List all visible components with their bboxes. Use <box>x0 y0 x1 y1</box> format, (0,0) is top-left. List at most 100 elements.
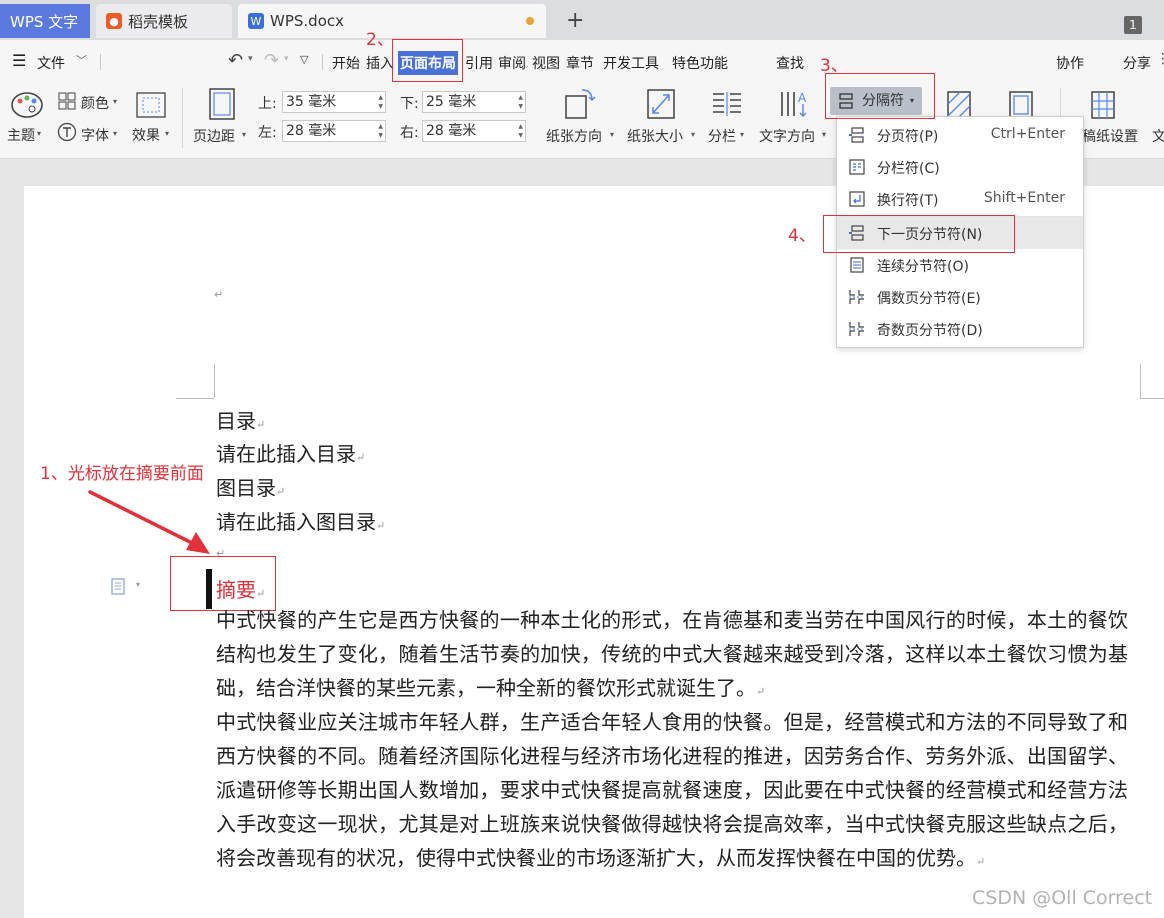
menu-item-odd-page-section[interactable]: 奇数页分节符(D) <box>837 313 1083 345</box>
menu-review[interactable]: 审阅 <box>498 53 526 73</box>
paper-size-button[interactable]: 纸张大小 <box>627 126 683 146</box>
spin-up-icon[interactable]: ▲ <box>518 94 523 101</box>
top-margin-value: 35 毫米 <box>286 94 337 110</box>
spin-up-icon[interactable]: ▲ <box>518 123 523 130</box>
abstract-paragraph-1-text: 中式快餐的产生它是西方快餐的一种本土化的形式，在肯德基和麦当劳在中国风行的时候，… <box>216 608 1128 700</box>
toc-placeholder-text: 请在此插入目录 <box>216 442 356 466</box>
divider <box>182 88 183 148</box>
columns-icon[interactable] <box>711 90 743 118</box>
menu-item-label: 换行符(T) <box>877 193 939 209</box>
right-margin-value: 28 毫米 <box>426 123 477 139</box>
figure-toc-placeholder-text: 请在此插入图目录 <box>216 510 376 534</box>
orientation-icon[interactable] <box>564 88 596 120</box>
annotation-box-page-layout <box>392 39 463 82</box>
paper-setup-button[interactable]: 稿纸设置 <box>1082 126 1138 146</box>
customize-toolbar-icon[interactable]: ▽ <box>300 53 308 66</box>
margins-icon[interactable] <box>208 88 236 120</box>
window-count-badge[interactable]: 1 <box>1124 16 1142 34</box>
chevron-down-icon[interactable]: ▾ <box>165 129 169 138</box>
menu-home[interactable]: 开始 <box>332 53 360 73</box>
tab-template[interactable]: ● 稻壳模板 <box>96 4 232 38</box>
chevron-down-icon[interactable]: ▾ <box>248 54 253 64</box>
font-t-icon[interactable] <box>57 122 77 142</box>
theme-palette-icon[interactable] <box>10 90 44 120</box>
chevron-down-icon[interactable]: ▾ <box>740 130 744 139</box>
menu-item-continuous-section[interactable]: 连续分节符(O) <box>837 249 1083 281</box>
menu-file[interactable]: 文件 <box>37 53 65 73</box>
text-direction-icon[interactable]: A <box>778 88 810 120</box>
template-logo-icon: ● <box>106 13 122 29</box>
left-margin-input[interactable]: 28 毫米 ▲ ▼ <box>282 120 386 142</box>
chevron-down-icon[interactable]: ▾ <box>284 54 289 64</box>
theme-button[interactable]: 主题 <box>7 125 35 145</box>
chevron-down-icon[interactable]: ▾ <box>136 580 140 589</box>
odd-page-section-icon <box>849 322 865 336</box>
chevron-down-icon[interactable]: ▾ <box>822 130 826 139</box>
collaborate-button[interactable]: 协作 <box>1056 53 1084 73</box>
menu-developer[interactable]: 开发工具 <box>603 53 659 73</box>
annotation-box-separator <box>825 73 935 119</box>
font-button[interactable]: 字体 <box>81 125 109 145</box>
paragraph-handle-icon[interactable] <box>110 578 130 596</box>
chevron-down-icon[interactable]: ▾ <box>113 97 117 106</box>
color-button[interactable]: 颜色 <box>81 93 109 113</box>
spin-down-icon[interactable]: ▼ <box>378 103 383 110</box>
columns-button[interactable]: 分栏 <box>708 126 736 146</box>
spin-up-icon[interactable]: ▲ <box>378 94 383 101</box>
undo-icon[interactable]: ↶ <box>228 50 243 71</box>
menu-chapter[interactable]: 章节 <box>566 53 594 73</box>
svg-text:A: A <box>798 91 807 105</box>
chevron-down-icon[interactable]: ▾ <box>113 129 117 138</box>
menu-view[interactable]: 视图 <box>532 53 560 73</box>
right-margin-input[interactable]: 28 毫米 ▲ ▼ <box>422 120 526 142</box>
unsaved-dot-icon <box>526 17 534 25</box>
menu-item-label: 奇数页分节符(D) <box>877 323 983 339</box>
bottom-margin-input[interactable]: 25 毫米 ▲ ▼ <box>422 91 526 113</box>
spin-down-icon[interactable]: ▼ <box>518 103 523 110</box>
color-grid-icon[interactable] <box>58 92 76 110</box>
divider <box>322 54 323 70</box>
chevron-down-icon[interactable]: ﹀ <box>76 52 87 68</box>
more-options-icon[interactable]: ⋮ <box>1156 51 1164 67</box>
chevron-down-icon[interactable]: ▾ <box>691 130 695 139</box>
text-direction-button[interactable]: 文字方向 <box>759 126 815 146</box>
top-margin-input[interactable]: 35 毫米 ▲ ▼ <box>282 91 386 113</box>
share-button[interactable]: 分享 <box>1123 53 1151 73</box>
toc-title[interactable]: 目录↵ <box>216 405 265 434</box>
spin-down-icon[interactable]: ▼ <box>378 132 383 139</box>
search-button[interactable]: 查找 <box>776 53 804 73</box>
figure-toc-placeholder[interactable]: 请在此插入图目录↵ <box>216 506 385 535</box>
divider <box>100 54 101 70</box>
paper-setup-icon[interactable] <box>1090 90 1116 120</box>
menu-special-features[interactable]: 特色功能 <box>672 53 728 73</box>
menu-insert[interactable]: 插入 <box>366 53 394 73</box>
effects-icon[interactable] <box>136 92 166 118</box>
redo-icon[interactable]: ↷ <box>264 50 279 71</box>
menu-item-line-break[interactable]: 换行符(T) Shift+Enter <box>837 183 1083 215</box>
new-tab-icon[interactable]: + <box>566 8 584 33</box>
menu-item-shortcut: Shift+Enter <box>983 190 1065 206</box>
menu-item-page-break[interactable]: 分页符(P) Ctrl+Enter <box>837 119 1083 151</box>
abstract-paragraph-2[interactable]: 中式快餐业应关注城市年轻人群，生产适合年轻人食用的快餐。但是，经营模式和方法的不… <box>216 705 1128 879</box>
spin-up-icon[interactable]: ▲ <box>378 123 383 130</box>
menu-item-even-page-section[interactable]: 偶数页分节符(E) <box>837 281 1083 313</box>
chevron-down-icon[interactable]: ▾ <box>610 130 614 139</box>
figure-toc-title[interactable]: 图目录↵ <box>216 472 285 501</box>
toc-placeholder[interactable]: 请在此插入目录↵ <box>216 438 365 467</box>
effects-button[interactable]: 效果 <box>132 125 160 145</box>
chevron-down-icon[interactable]: ▾ <box>37 129 41 138</box>
menu-item-column-break[interactable]: 分栏符(C) <box>837 151 1083 183</box>
menu-references[interactable]: 引用 <box>465 53 493 73</box>
page-break-icon <box>849 127 864 143</box>
chevron-down-icon[interactable]: ▾ <box>242 130 246 139</box>
tab-wps-writer[interactable]: WPS 文字 <box>0 4 90 38</box>
cut-off-ribbon-item[interactable]: 文 <box>1152 126 1164 146</box>
bottom-margin-label: 下: <box>400 96 419 112</box>
abstract-paragraph-1[interactable]: 中式快餐的产生它是西方快餐的一种本土化的形式，在肯德基和麦当劳在中国风行的时候，… <box>216 603 1128 709</box>
hamburger-icon[interactable]: ☰ <box>12 51 26 70</box>
orientation-button[interactable]: 纸张方向 <box>546 126 602 146</box>
margins-button[interactable]: 页边距 <box>193 126 235 146</box>
spin-down-icon[interactable]: ▼ <box>518 132 523 139</box>
margin-corner <box>1140 398 1164 399</box>
paper-size-icon[interactable] <box>646 88 676 120</box>
